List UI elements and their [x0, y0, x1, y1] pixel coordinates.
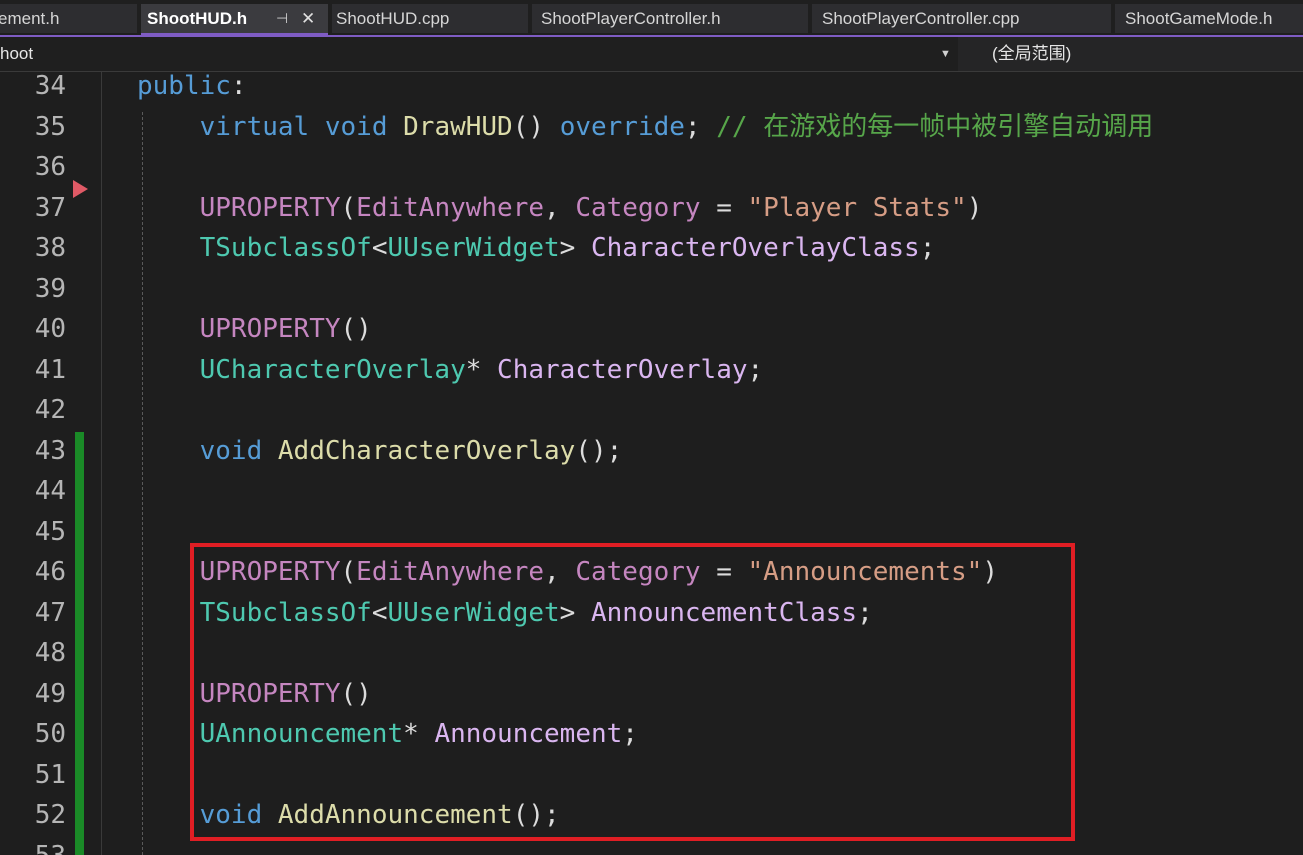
line-number: 51	[34, 760, 66, 790]
line-number: 52	[34, 800, 66, 830]
line-number: 38	[34, 233, 66, 263]
document-tab-strip: ement.h ShootHUD.h ⊣ ✕ ShootHUD.cpp Shoo…	[0, 0, 1303, 37]
code-token: public	[137, 72, 231, 101]
code-token: Category	[575, 193, 701, 223]
code-token: ()	[512, 112, 560, 142]
code-token: TSubclassOf	[199, 233, 372, 263]
project-label: hoot	[0, 44, 34, 63]
code-line[interactable]: virtual void DrawHUD() override; // 在游戏的…	[137, 107, 1154, 147]
line-number: 53	[0, 836, 72, 855]
code-token: ;	[747, 355, 764, 385]
line-number: 43	[34, 436, 66, 466]
scope-dropdown[interactable]: (全局范围)	[966, 37, 1303, 71]
code-token: UPROPERTY	[199, 193, 341, 223]
tab-label: ShootHUD.cpp	[336, 9, 450, 28]
line-number: 41	[34, 355, 66, 385]
tab-shoothud-cpp[interactable]: ShootHUD.cpp	[332, 4, 528, 33]
line-number: 35	[34, 112, 66, 142]
code-token: 在游戏的每一帧中被引擎自动调用	[763, 112, 1154, 142]
chevron-down-icon[interactable]: ▼	[940, 37, 951, 71]
tab-shootgamemode-h[interactable]: ShootGameMode.h	[1115, 4, 1303, 33]
tab-shoothud-h[interactable]: ShootHUD.h ⊣ ✕	[141, 4, 328, 35]
change-indicator-bar	[75, 432, 84, 855]
tab-shootplayercontroller-h[interactable]: ShootPlayerController.h	[532, 4, 808, 33]
code-token: <	[371, 233, 388, 263]
code-token: override	[559, 112, 685, 142]
code-token: >	[559, 233, 591, 263]
code-line[interactable]: public:	[137, 72, 247, 106]
code-token: CharacterOverlayClass	[590, 233, 920, 263]
line-number: 49	[34, 679, 66, 709]
code-token: CharacterOverlay	[497, 355, 748, 385]
scope-label: (全局范围)	[992, 44, 1072, 63]
highlight-annotation-box	[190, 543, 1075, 841]
code-token: UUserWidget	[387, 233, 560, 263]
line-number: 48	[34, 638, 66, 668]
line-number: 36	[34, 152, 66, 182]
navigation-bar: hoot ▼ (全局范围)	[0, 37, 1303, 72]
code-token: *	[465, 355, 498, 385]
code-token: DrawHUD	[403, 112, 513, 142]
code-line[interactable]: UPROPERTY(EditAnywhere, Category = "Play…	[137, 188, 983, 228]
code-token: AddCharacterOverlay	[277, 436, 576, 466]
code-token: UPROPERTY	[199, 314, 341, 344]
code-token: ();	[575, 436, 623, 466]
code-token: void	[199, 436, 263, 466]
tab-shootplayercontroller-cpp[interactable]: ShootPlayerController.cpp	[812, 4, 1111, 33]
tab-label: ement.h	[0, 9, 60, 28]
project-dropdown[interactable]: hoot ▼	[0, 37, 958, 71]
line-number: 47	[34, 598, 66, 628]
code-token: ;	[919, 233, 936, 263]
code-token: void	[324, 112, 388, 142]
tab-label: ShootPlayerController.cpp	[822, 9, 1020, 28]
line-number: 39	[34, 274, 66, 304]
pin-icon[interactable]: ⊣	[276, 4, 288, 33]
code-token: "Player Stats"	[747, 193, 967, 223]
code-token: UCharacterOverlay	[199, 355, 466, 385]
code-editor[interactable]: 34 35 36 37 38 39 40 41 42 43 44 45 46 47 48 49 50 51 52 53…	[0, 72, 1303, 855]
line-number: 45	[34, 517, 66, 547]
tab-ement-h[interactable]: ement.h	[0, 4, 137, 33]
tab-label: ShootGameMode.h	[1125, 9, 1273, 28]
code-token: EditAnywhere	[356, 193, 545, 223]
line-number: 34	[34, 72, 66, 101]
code-token: ;	[684, 112, 717, 142]
code-line[interactable]: UPROPERTY()	[137, 309, 372, 349]
line-number: 44	[34, 476, 66, 506]
code-token: =	[700, 193, 748, 223]
close-icon[interactable]: ✕	[301, 4, 315, 33]
line-number: 37	[34, 193, 66, 223]
line-number: 42	[34, 395, 66, 425]
code-token: //	[716, 112, 764, 142]
code-token: (	[340, 193, 357, 223]
line-number: 46	[34, 557, 66, 587]
line-number: 50	[34, 719, 66, 749]
code-line[interactable]: UCharacterOverlay* CharacterOverlay;	[137, 350, 764, 390]
code-token: ()	[340, 314, 372, 344]
code-token: virtual	[199, 112, 310, 142]
code-token: ,	[544, 193, 576, 223]
code-token: :	[230, 72, 247, 101]
fold-margin-line	[101, 72, 102, 855]
code-line[interactable]: TSubclassOf<UUserWidget> CharacterOverla…	[137, 228, 936, 268]
code-token: )	[966, 193, 983, 223]
tab-label: ShootHUD.h	[147, 9, 248, 28]
code-line[interactable]: void AddCharacterOverlay();	[137, 431, 623, 471]
line-number: 40	[34, 314, 66, 344]
tab-label: ShootPlayerController.h	[541, 9, 721, 28]
breakpoint-arrow-icon[interactable]	[73, 180, 88, 198]
